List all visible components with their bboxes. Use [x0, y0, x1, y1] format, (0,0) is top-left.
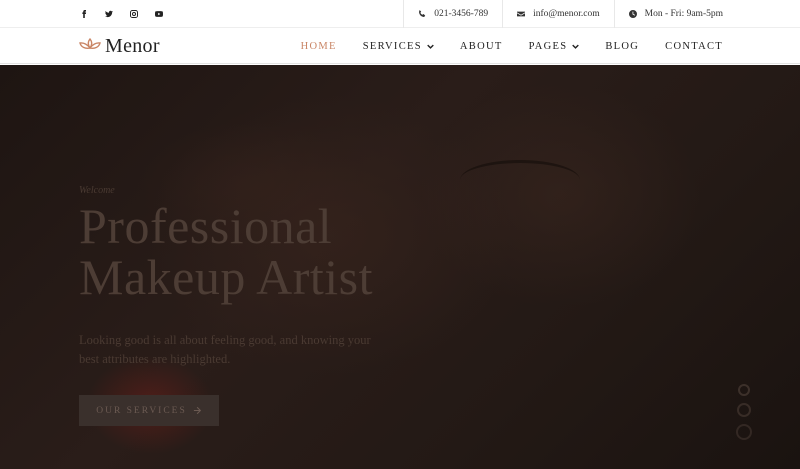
hero-headline: Professional Makeup Artist	[79, 201, 479, 303]
lotus-icon	[79, 38, 101, 50]
top-bar: 021-3456-789 info@menor.com Mon - Fri: 9…	[0, 0, 800, 28]
nav-contact-label: CONTACT	[665, 40, 723, 52]
hero-description: Looking good is all about feeling good, …	[79, 333, 371, 366]
chevron-down-icon	[572, 44, 580, 49]
clock-icon	[628, 10, 637, 18]
email-info[interactable]: info@menor.com	[502, 0, 614, 28]
contact-info: 021-3456-789 info@menor.com Mon - Fri: 9…	[403, 0, 800, 28]
brand-name: Menor	[105, 35, 160, 57]
nav-about[interactable]: ABOUT	[460, 41, 503, 52]
phone-icon	[419, 10, 426, 17]
nav-home[interactable]: HOME	[301, 41, 337, 52]
headline-line-2: Makeup Artist	[79, 249, 373, 305]
hero-background-image	[460, 160, 580, 200]
twitter-icon[interactable]	[104, 9, 114, 19]
envelope-icon	[517, 11, 526, 17]
nav-services-label: SERVICES	[362, 40, 422, 52]
social-links	[79, 0, 164, 28]
our-services-button[interactable]: OUR SERVICES	[79, 395, 219, 426]
main-menu: HOME SERVICES ABOUT PAGES BLOG CONTACT	[301, 28, 723, 64]
nav-blog[interactable]: BLOG	[605, 41, 639, 52]
nav-about-label: ABOUT	[459, 40, 503, 52]
main-navbar: Menor HOME SERVICES ABOUT PAGES BLOG CON…	[0, 28, 800, 64]
nav-blog-label: BLOG	[605, 40, 640, 52]
instagram-icon[interactable]	[129, 9, 139, 19]
nav-services[interactable]: SERVICES	[363, 41, 434, 52]
nav-pages-label: PAGES	[528, 40, 568, 52]
youtube-icon[interactable]	[154, 9, 164, 19]
earring-decoration	[735, 380, 753, 450]
phone-number: 021-3456-789	[434, 9, 489, 19]
chevron-down-icon	[427, 44, 434, 49]
facebook-icon[interactable]	[79, 9, 89, 19]
hero-kicker: Welcome	[79, 185, 115, 196]
headline-line-1: Professional	[79, 198, 333, 254]
nav-home-label: HOME	[300, 40, 337, 52]
phone-info[interactable]: 021-3456-789	[403, 0, 502, 28]
cta-label: OUR SERVICES	[96, 405, 187, 416]
business-hours: Mon - Fri: 9am-5pm	[644, 9, 723, 19]
hero-section: Welcome Professional Makeup Artist Looki…	[0, 65, 800, 469]
arrow-right-icon	[193, 406, 201, 415]
logo[interactable]: Menor	[79, 36, 160, 56]
hours-info: Mon - Fri: 9am-5pm	[613, 0, 800, 28]
nav-pages[interactable]: PAGES	[529, 41, 580, 52]
nav-contact[interactable]: CONTACT	[665, 41, 723, 52]
email-address: info@menor.com	[533, 9, 600, 19]
